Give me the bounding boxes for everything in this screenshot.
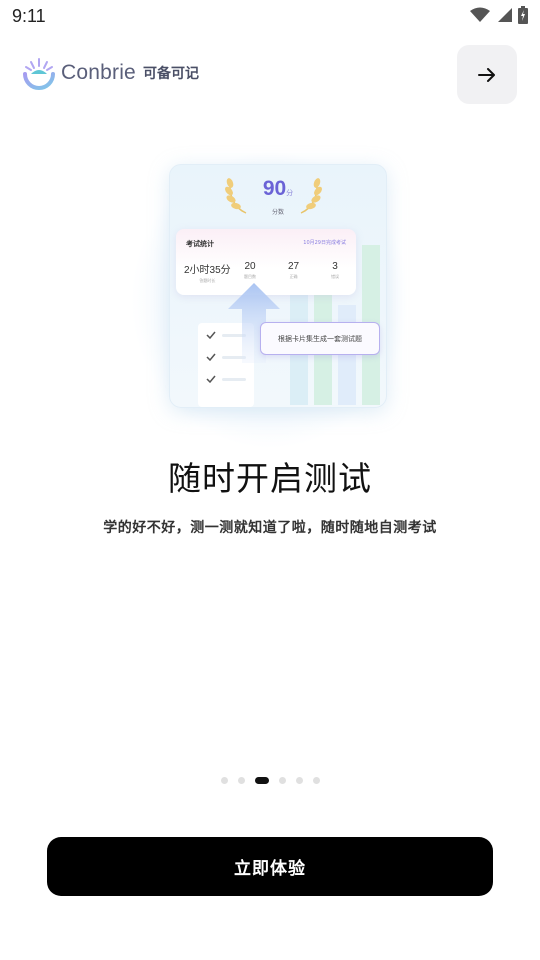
battery-icon xyxy=(518,6,528,24)
brand-name-cn: 可备可记 xyxy=(142,66,199,82)
logo-mark-icon xyxy=(23,58,55,90)
check-item xyxy=(206,375,246,383)
page-subtitle: 学的好不好，测一测就知道了啦，随时随地自测考试 xyxy=(103,520,437,536)
page-dot[interactable] xyxy=(220,777,228,784)
signal-icon xyxy=(498,8,512,22)
score-value: 90 xyxy=(262,177,287,200)
page-dot[interactable] xyxy=(312,777,320,784)
score: 90分 xyxy=(170,177,386,201)
stat-label: 正确 xyxy=(289,274,298,279)
stats-date: 10月29日完成考试 xyxy=(303,240,346,246)
brand-logo: Conbrie 可备可记 xyxy=(22,56,199,90)
page-dot[interactable] xyxy=(295,777,303,784)
next-button[interactable] xyxy=(457,45,517,104)
score-label: 分数 xyxy=(271,209,284,216)
stat-label: 错误 xyxy=(331,274,339,279)
illustration-card: 90分 分数 考试统计 10月29日完成考试 2小时35分 答题时长 20 题目… xyxy=(169,164,387,408)
stat-questions: 20 题目数 xyxy=(244,261,256,280)
stat-value: 20 xyxy=(244,261,256,272)
brand-name-en: Conbrie xyxy=(61,61,136,84)
stat-duration: 2小时35分 答题时长 xyxy=(184,261,231,284)
stat-value: 3 xyxy=(332,261,338,272)
status-icons xyxy=(470,6,528,24)
arrow-right-icon xyxy=(478,67,495,82)
status-bar: 9:11 xyxy=(0,0,540,34)
page-dot-active[interactable] xyxy=(254,777,269,784)
stats-title: 考试统计 xyxy=(186,240,214,248)
stat-label: 题目数 xyxy=(244,274,256,279)
generate-tooltip: 根据卡片集生成一套测试题 xyxy=(260,322,380,355)
try-now-button[interactable]: 立即体验 xyxy=(47,837,493,896)
wifi-icon xyxy=(470,7,490,22)
stat-value: 2小时35分 xyxy=(184,265,231,276)
check-icon xyxy=(206,331,216,339)
stat-value: 27 xyxy=(288,261,300,272)
status-time: 9:11 xyxy=(12,6,46,26)
page-dot[interactable] xyxy=(278,777,286,784)
stat-correct: 27 正确 xyxy=(288,261,299,280)
check-icon xyxy=(206,375,216,383)
page-dot[interactable] xyxy=(237,777,245,784)
page-indicator xyxy=(0,777,540,784)
stat-wrong: 3 错误 xyxy=(331,261,339,280)
score-unit: 分 xyxy=(286,189,294,197)
check-icon xyxy=(206,353,216,361)
page-title: 随时开启测试 xyxy=(168,459,372,498)
